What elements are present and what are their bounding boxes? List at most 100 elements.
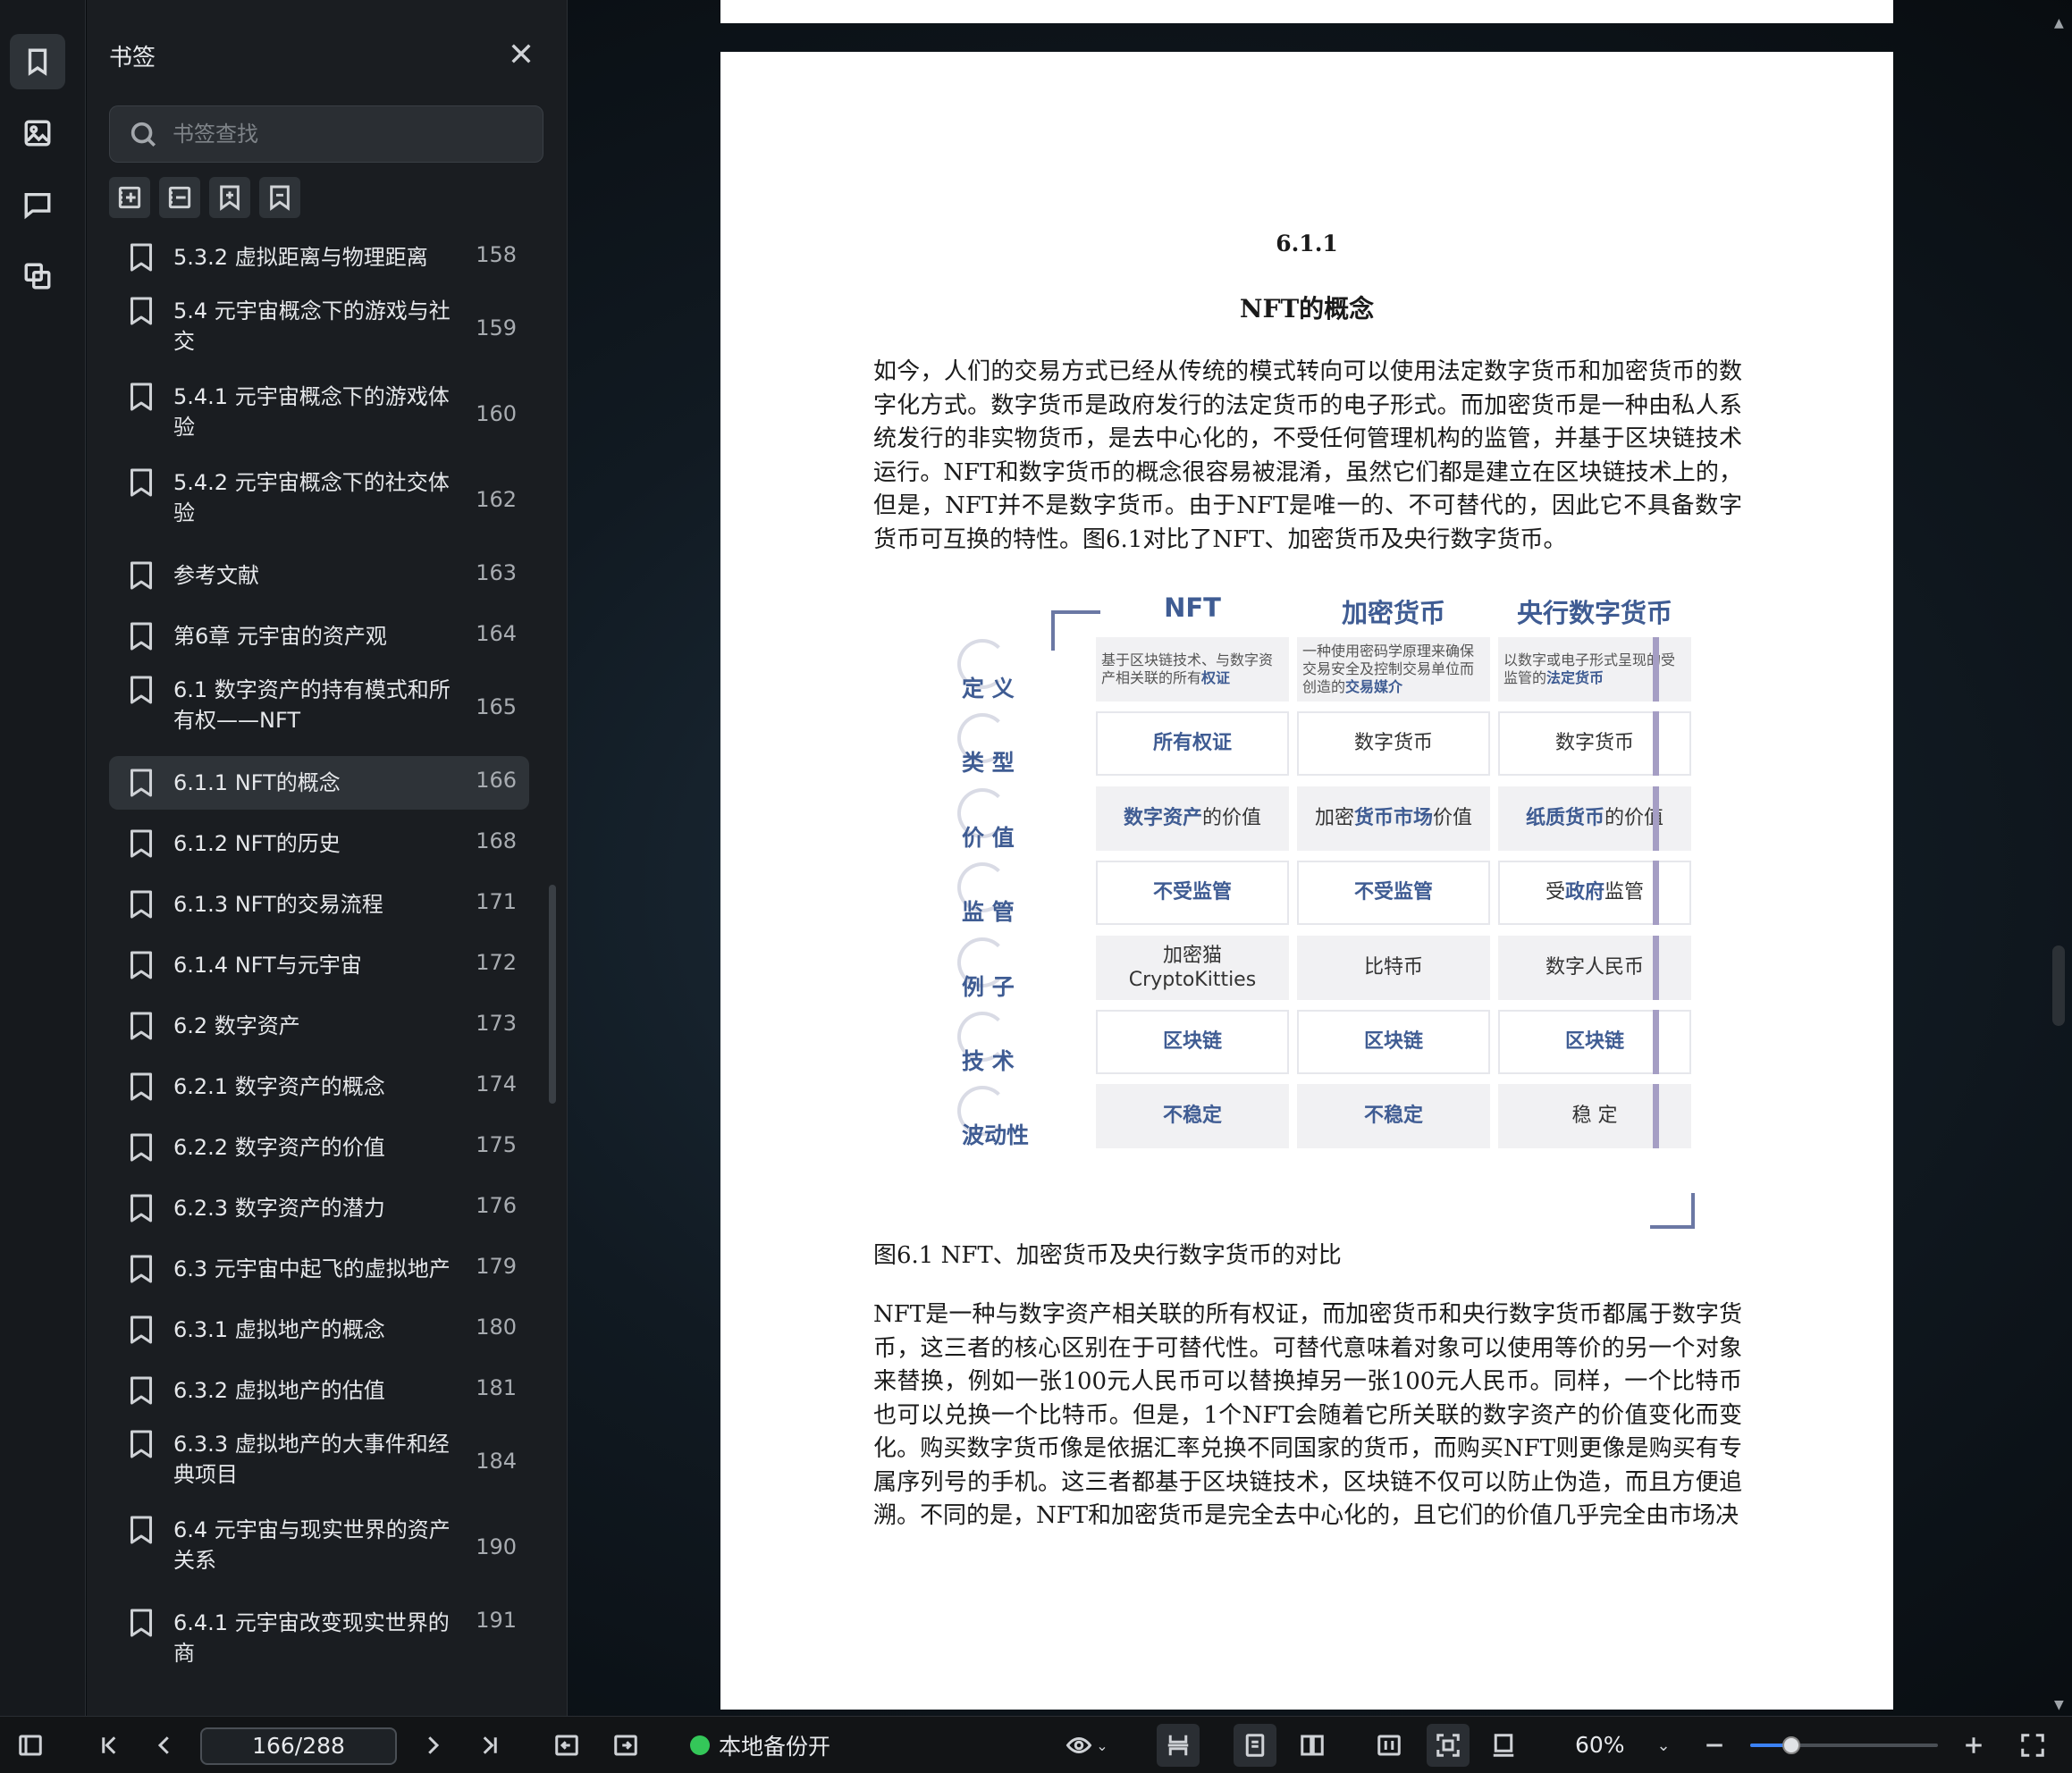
zoom-out-button[interactable] <box>1697 1717 1732 1773</box>
bookmark-item[interactable]: 参考文献 163 <box>109 549 529 602</box>
cell-highlight: 法定货币 <box>1546 669 1605 686</box>
bookmark-label: 6.3 元宇宙中起飞的虚拟地产 <box>173 1256 451 1281</box>
bookmark-item[interactable]: 6.2.1 数字资产的概念 174 <box>109 1060 529 1113</box>
bookmark-tab[interactable] <box>10 34 65 89</box>
previous-page-edge <box>720 0 1893 23</box>
scroll-down-arrow[interactable]: ▼ <box>2054 1698 2064 1712</box>
toggle-sidebar-button[interactable] <box>13 1717 48 1773</box>
zoom-slider[interactable] <box>1750 1736 1938 1754</box>
figure-cell: 区块链 <box>1096 1010 1289 1074</box>
comment-tab[interactable] <box>10 177 65 232</box>
collapse-all-button[interactable] <box>159 177 200 218</box>
fit-width-icon <box>1377 1735 1401 1756</box>
bookmark-item[interactable]: 6.3 元宇宙中起飞的虚拟地产 179 <box>109 1242 529 1296</box>
scroll-up-arrow[interactable]: ▲ <box>2054 16 2064 30</box>
sidebar-icon <box>19 1735 42 1756</box>
fit-width-button[interactable] <box>1368 1717 1411 1773</box>
bookmark-item[interactable]: 6.4.1 元宇宙改变现实世界的商 191 <box>109 1596 529 1666</box>
rotate-page-icon <box>1493 1734 1514 1757</box>
bookmark-search-input[interactable] <box>173 122 530 147</box>
bookmark-label: 6.1.4 NFT与元宇宙 <box>173 953 362 978</box>
cell-highlight: 货币市场 <box>1353 807 1433 830</box>
bookmark-item[interactable]: 5.4.1 元宇宙概念下的游戏体验 160 <box>109 377 529 456</box>
document-scrollbar[interactable] <box>2052 945 2065 1026</box>
figure-cell: 数字资产的价值 <box>1096 786 1289 851</box>
bookmark-item[interactable]: 6.1.3 NFT的交易流程 171 <box>109 878 529 931</box>
thumbnail-tab[interactable] <box>10 105 65 161</box>
figure-cell: 以数字或电子形式呈现的受监管的法定货币 <box>1498 637 1691 702</box>
bookmark-item[interactable]: 6.3.3 虚拟地产的大事件和经典项目 184 <box>109 1424 529 1503</box>
bookmark-item[interactable]: 6.1.4 NFT与元宇宙 172 <box>109 938 529 992</box>
two-page-icon <box>1301 1735 1324 1756</box>
bookmark-page-number: 160 <box>476 401 517 426</box>
figure-row-label: 类 型 <box>962 750 1015 776</box>
bookmark-item[interactable]: 6.2.2 数字资产的价值 175 <box>109 1121 529 1174</box>
zoom-dropdown[interactable]: ⌄ <box>1650 1717 1677 1773</box>
expand-icon <box>118 186 141 209</box>
zoom-slider-handle[interactable] <box>1782 1736 1801 1754</box>
bookmark-toolbar <box>109 177 300 218</box>
backup-status[interactable]: 本地备份开 <box>690 1717 830 1773</box>
attachment-tab[interactable] <box>10 248 65 304</box>
bookmark-item[interactable]: 6.2 数字资产 173 <box>109 999 529 1053</box>
bookmark-page-number: 165 <box>476 694 517 719</box>
bookmark-label: 6.2.1 数字资产的概念 <box>173 1074 385 1099</box>
zoom-level[interactable]: 60% <box>1575 1717 1625 1773</box>
previous-page-button[interactable] <box>147 1717 182 1773</box>
bookmark-list-scrollbar[interactable] <box>549 885 556 1104</box>
page-break-icon <box>1167 1735 1189 1756</box>
continuous-scroll-button[interactable] <box>1157 1724 1200 1767</box>
expand-all-button[interactable] <box>109 177 150 218</box>
first-page-button[interactable] <box>91 1717 127 1773</box>
close-panel-button[interactable] <box>507 39 535 68</box>
bookmark-label: 6.1.2 NFT的历史 <box>173 831 341 856</box>
panel-title: 书签 <box>109 45 156 71</box>
bookmark-page-number: 168 <box>476 828 517 853</box>
bookmark-item[interactable]: 6.3.1 虚拟地产的概念 180 <box>109 1303 529 1357</box>
cell-highlight: 区块链 <box>1162 1030 1222 1054</box>
bookmark-label: 6.1.1 NFT的概念 <box>173 770 341 795</box>
bookmark-item[interactable]: 6.4 元宇宙与现实世界的资产关系 190 <box>109 1510 529 1589</box>
bookmark-page-number: 190 <box>476 1534 517 1559</box>
bookmark-item[interactable]: 6.3.2 虚拟地产的估值 181 <box>109 1364 529 1417</box>
fit-page-button[interactable] <box>1427 1724 1470 1767</box>
bookmark-item[interactable]: 6.1 数字资产的持有模式和所有权——NFT 165 <box>109 670 529 749</box>
back-button[interactable] <box>549 1717 585 1773</box>
bookmark-label: 6.1.3 NFT的交易流程 <box>173 892 383 917</box>
view-mode-button[interactable]: ⌄ <box>1060 1717 1114 1773</box>
bookmark-label: 6.3.2 虚拟地产的估值 <box>173 1378 385 1403</box>
bookmark-search <box>109 105 543 163</box>
bookmark-label: 5.3.2 虚拟距离与物理距离 <box>173 245 428 270</box>
remove-bookmark-button[interactable] <box>259 177 300 218</box>
rotate-button[interactable] <box>1482 1717 1525 1773</box>
bookmark-item[interactable]: 5.4 元宇宙概念下的游戏与社交 159 <box>109 291 529 370</box>
figure-row-accent <box>1653 786 1659 851</box>
fullscreen-button[interactable] <box>2015 1717 2051 1773</box>
bookmark-item[interactable]: 5.3.2 虚拟距离与物理距离 158 <box>109 234 529 284</box>
chevron-left-icon <box>157 1736 169 1754</box>
image-icon <box>24 120 51 147</box>
forward-button[interactable] <box>608 1717 644 1773</box>
two-page-button[interactable] <box>1291 1717 1334 1773</box>
bookmark-item[interactable]: 第6章 元宇宙的资产观 164 <box>109 609 529 663</box>
next-page-button[interactable] <box>415 1717 451 1773</box>
figure-cell: 加密猫 CryptoKitties <box>1096 936 1289 1000</box>
bookmark-item[interactable]: 6.2.3 数字资产的潜力 176 <box>109 1181 529 1235</box>
figure-cell: 纸质货币的价值 <box>1498 786 1691 851</box>
bookmark-item[interactable]: 6.1.1 NFT的概念 166 <box>109 756 529 810</box>
section-title: NFT的概念 <box>1239 294 1375 324</box>
cell-text: 价值 <box>1433 807 1473 830</box>
last-page-button[interactable] <box>472 1717 508 1773</box>
figure-row-accent <box>1653 936 1659 1000</box>
zoom-in-button[interactable] <box>1956 1717 1992 1773</box>
bookmark-page-number: 166 <box>476 768 517 793</box>
bookmark-icon <box>129 828 154 859</box>
bookmark-item[interactable]: 5.4.2 元宇宙概念下的社交体验 162 <box>109 463 529 542</box>
bookmark-label: 6.2 数字资产 <box>173 1013 300 1038</box>
page-number-input[interactable]: 166/288 <box>200 1727 397 1765</box>
search-icon <box>131 122 156 147</box>
bookmark-page-number: 159 <box>476 315 517 340</box>
add-bookmark-button[interactable] <box>209 177 250 218</box>
bookmark-item[interactable]: 6.1.2 NFT的历史 168 <box>109 817 529 870</box>
single-page-button[interactable] <box>1234 1724 1276 1767</box>
